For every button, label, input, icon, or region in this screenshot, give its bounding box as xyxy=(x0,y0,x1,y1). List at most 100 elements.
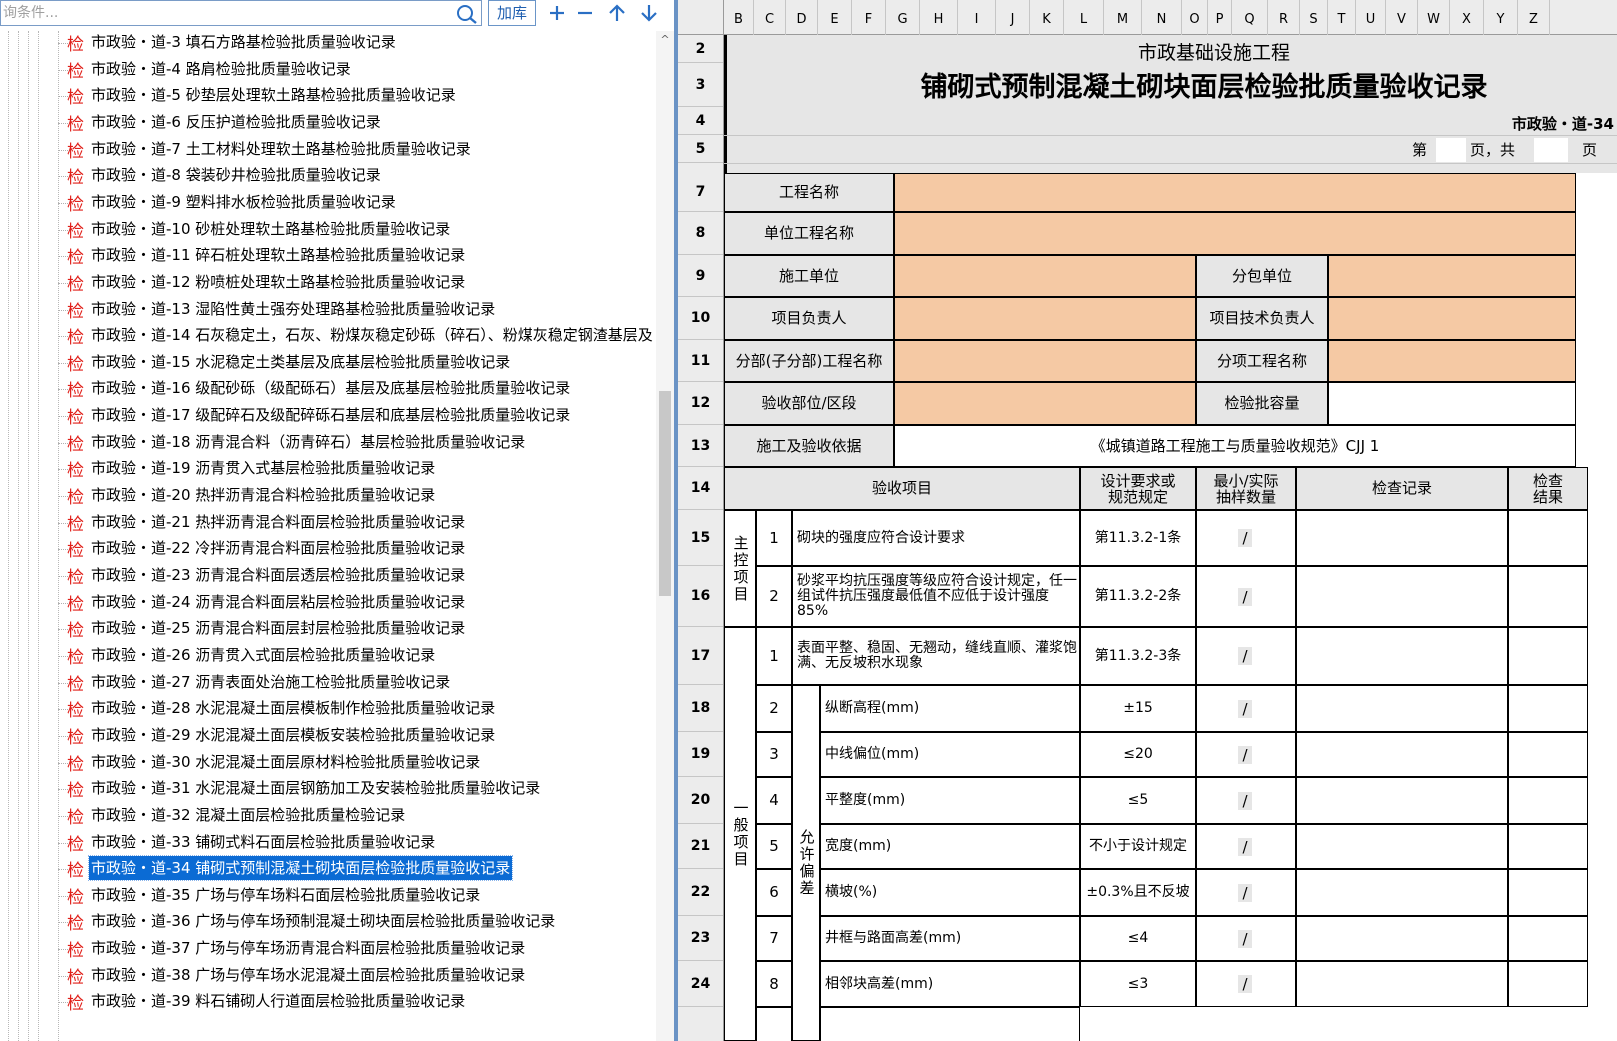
row-header[interactable]: 18 xyxy=(678,685,723,732)
tolerance-item-record-input[interactable] xyxy=(1296,777,1508,824)
arrow-down-icon[interactable] xyxy=(636,2,662,24)
row-header[interactable]: 5 xyxy=(678,135,723,163)
general-item-record-input[interactable] xyxy=(1296,627,1508,685)
column-header[interactable]: Y xyxy=(1484,0,1518,35)
tree-item[interactable]: 检市政验・道-34 铺砌式预制混凝土砌块面层检验批质量验收记录 xyxy=(58,855,656,882)
plus-icon[interactable] xyxy=(544,2,570,24)
tree-item[interactable]: 检市政验・道-20 热拌沥青混合料检验批质量验收记录 xyxy=(58,483,656,509)
tree-item[interactable]: 检市政验・道-31 水泥混凝土面层钢筋加工及安装检验批质量验收记录 xyxy=(58,776,656,802)
subitem-name-input[interactable] xyxy=(1328,340,1576,382)
tree-item[interactable]: 检市政验・道-19 沥青贯入式基层检验批质量验收记录 xyxy=(58,456,656,482)
main-item-result-input[interactable] xyxy=(1508,566,1588,627)
column-header[interactable]: B xyxy=(724,0,754,35)
basis-value[interactable]: 《城镇道路工程施工与质量验收规范》CJJ 1 xyxy=(894,425,1576,467)
column-header[interactable]: M xyxy=(1104,0,1142,35)
row-header[interactable]: 19 xyxy=(678,732,723,777)
tree-item[interactable]: 检市政验・道-14 石灰稳定土，石灰、粉煤灰稳定砂砾（碎石）、粉煤灰稳定钢渣基层… xyxy=(58,323,656,349)
project-manager-input[interactable] xyxy=(894,297,1196,340)
row-header[interactable]: 13 xyxy=(678,425,723,467)
sheet-corner[interactable] xyxy=(678,0,724,35)
column-header[interactable]: H xyxy=(920,0,958,35)
main-item-record-input[interactable] xyxy=(1296,510,1508,566)
row-header[interactable]: 17 xyxy=(678,627,723,685)
row-header[interactable]: 10 xyxy=(678,297,723,340)
column-header[interactable]: W xyxy=(1418,0,1450,35)
constructor-input[interactable] xyxy=(894,255,1196,297)
tree-item[interactable]: 检市政验・道-21 热拌沥青混合料面层检验批质量验收记录 xyxy=(58,510,656,536)
tolerance-item-record-input[interactable] xyxy=(1296,824,1508,869)
column-header[interactable]: X xyxy=(1450,0,1484,35)
row-header[interactable]: 20 xyxy=(678,777,723,824)
batch-capacity-input[interactable] xyxy=(1328,382,1576,425)
row-header[interactable]: 4 xyxy=(678,107,723,135)
tolerance-item-result-input[interactable] xyxy=(1508,777,1588,824)
tree-item[interactable]: 检市政验・道-25 沥青混合料面层封层检验批质量验收记录 xyxy=(58,616,656,642)
row-header[interactable]: 23 xyxy=(678,916,723,961)
row-header[interactable]: 8 xyxy=(678,212,723,255)
tree-item[interactable]: 检市政验・道-10 砂桩处理软土路基检验批质量验收记录 xyxy=(58,217,656,243)
scrollbar-thumb[interactable] xyxy=(659,391,671,596)
tree-item[interactable]: 检市政验・道-12 粉喷桩处理软土路基检验批质量验收记录 xyxy=(58,270,656,296)
tree-item[interactable]: 检市政验・道-33 铺砌式料石面层检验批质量验收记录 xyxy=(58,830,656,856)
page-total-field[interactable] xyxy=(1534,138,1568,162)
tolerance-item-result-input[interactable] xyxy=(1508,961,1588,1007)
row-header[interactable]: 22 xyxy=(678,869,723,916)
column-header[interactable]: O xyxy=(1182,0,1208,35)
scroll-up-arrow-icon[interactable]: ^ xyxy=(656,31,674,49)
tree-item[interactable]: 检市政验・道-30 水泥混凝土面层原材料检验批质量验收记录 xyxy=(58,750,656,776)
column-header[interactable]: T xyxy=(1328,0,1356,35)
unit-project-name-input[interactable] xyxy=(894,212,1576,255)
column-header[interactable]: Q xyxy=(1232,0,1268,35)
tolerance-item-result-input[interactable] xyxy=(1508,869,1588,916)
tree-item[interactable]: 检市政验・道-32 混凝土面层检验批质量检验记录 xyxy=(58,803,656,829)
column-header[interactable]: R xyxy=(1268,0,1300,35)
general-item-result-input[interactable] xyxy=(1508,627,1588,685)
column-header[interactable]: N xyxy=(1142,0,1182,35)
tree-item[interactable]: 检市政验・道-22 冷拌沥青混合料面层检验批质量验收记录 xyxy=(58,536,656,562)
row-header[interactable]: 12 xyxy=(678,382,723,425)
tree-item[interactable]: 检市政验・道-6 反压护道检验批质量验收记录 xyxy=(58,110,656,136)
column-header[interactable]: C xyxy=(754,0,786,35)
search-input[interactable] xyxy=(1,1,446,25)
row-header[interactable]: 2 xyxy=(678,35,723,63)
division-name-input[interactable] xyxy=(894,340,1196,382)
tolerance-item-result-input[interactable] xyxy=(1508,732,1588,777)
tolerance-item-result-input[interactable] xyxy=(1508,916,1588,961)
row-header[interactable]: 3 xyxy=(678,63,723,107)
column-header[interactable]: D xyxy=(786,0,818,35)
tree-item[interactable]: 检市政验・道-9 塑料排水板检验批质量验收记录 xyxy=(58,190,656,216)
subcontractor-input[interactable] xyxy=(1328,255,1576,297)
row-header[interactable]: 16 xyxy=(678,566,723,627)
row-header[interactable]: 14 xyxy=(678,467,723,510)
tree-item[interactable]: 检市政验・道-37 广场与停车场沥青混合料面层检验批质量验收记录 xyxy=(58,936,656,962)
column-header[interactable]: I xyxy=(958,0,996,35)
tree-item[interactable]: 检市政验・道-18 沥青混合料（沥青碎石）基层检验批质量验收记录 xyxy=(58,430,656,456)
main-item-record-input[interactable] xyxy=(1296,566,1508,627)
part-input[interactable] xyxy=(894,382,1196,425)
tree-item[interactable]: 检市政验・道-8 袋装砂井检验批质量验收记录 xyxy=(58,163,656,189)
column-header[interactable]: E xyxy=(818,0,852,35)
column-header[interactable]: L xyxy=(1064,0,1104,35)
row-header[interactable]: 21 xyxy=(678,824,723,869)
tree-item[interactable]: 检市政验・道-24 沥青混合料面层粘层检验批质量验收记录 xyxy=(58,590,656,616)
tree-item[interactable]: 检市政验・道-28 水泥混凝土面层模板制作检验批质量验收记录 xyxy=(58,696,656,722)
tree-item[interactable]: 检市政验・道-39 料石铺砌人行道面层检验批质量验收记录 xyxy=(58,989,656,1015)
column-header[interactable]: U xyxy=(1356,0,1386,35)
project-name-input[interactable] xyxy=(894,173,1576,212)
tree-item[interactable]: 检市政验・道-27 沥青表面处治施工检验批质量验收记录 xyxy=(58,670,656,696)
page-number-field[interactable] xyxy=(1436,138,1466,162)
tolerance-item-result-input[interactable] xyxy=(1508,685,1588,732)
minus-icon[interactable] xyxy=(572,2,598,24)
row-header[interactable]: 9 xyxy=(678,255,723,297)
column-header[interactable]: G xyxy=(886,0,920,35)
column-header[interactable]: K xyxy=(1030,0,1064,35)
tolerance-item-record-input[interactable] xyxy=(1296,869,1508,916)
column-header[interactable]: S xyxy=(1300,0,1328,35)
tree-item[interactable]: 检市政验・道-5 砂垫层处理软土路基检验批质量验收记录 xyxy=(58,83,656,109)
arrow-up-icon[interactable] xyxy=(604,2,630,24)
tree-item[interactable]: 检市政验・道-26 沥青贯入式面层检验批质量验收记录 xyxy=(58,643,656,669)
tolerance-item-record-input[interactable] xyxy=(1296,732,1508,777)
tree-item[interactable]: 检市政验・道-11 碎石桩处理软土路基检验批质量验收记录 xyxy=(58,243,656,269)
tolerance-item-record-input[interactable] xyxy=(1296,961,1508,1007)
tolerance-item-record-input[interactable] xyxy=(1296,685,1508,732)
